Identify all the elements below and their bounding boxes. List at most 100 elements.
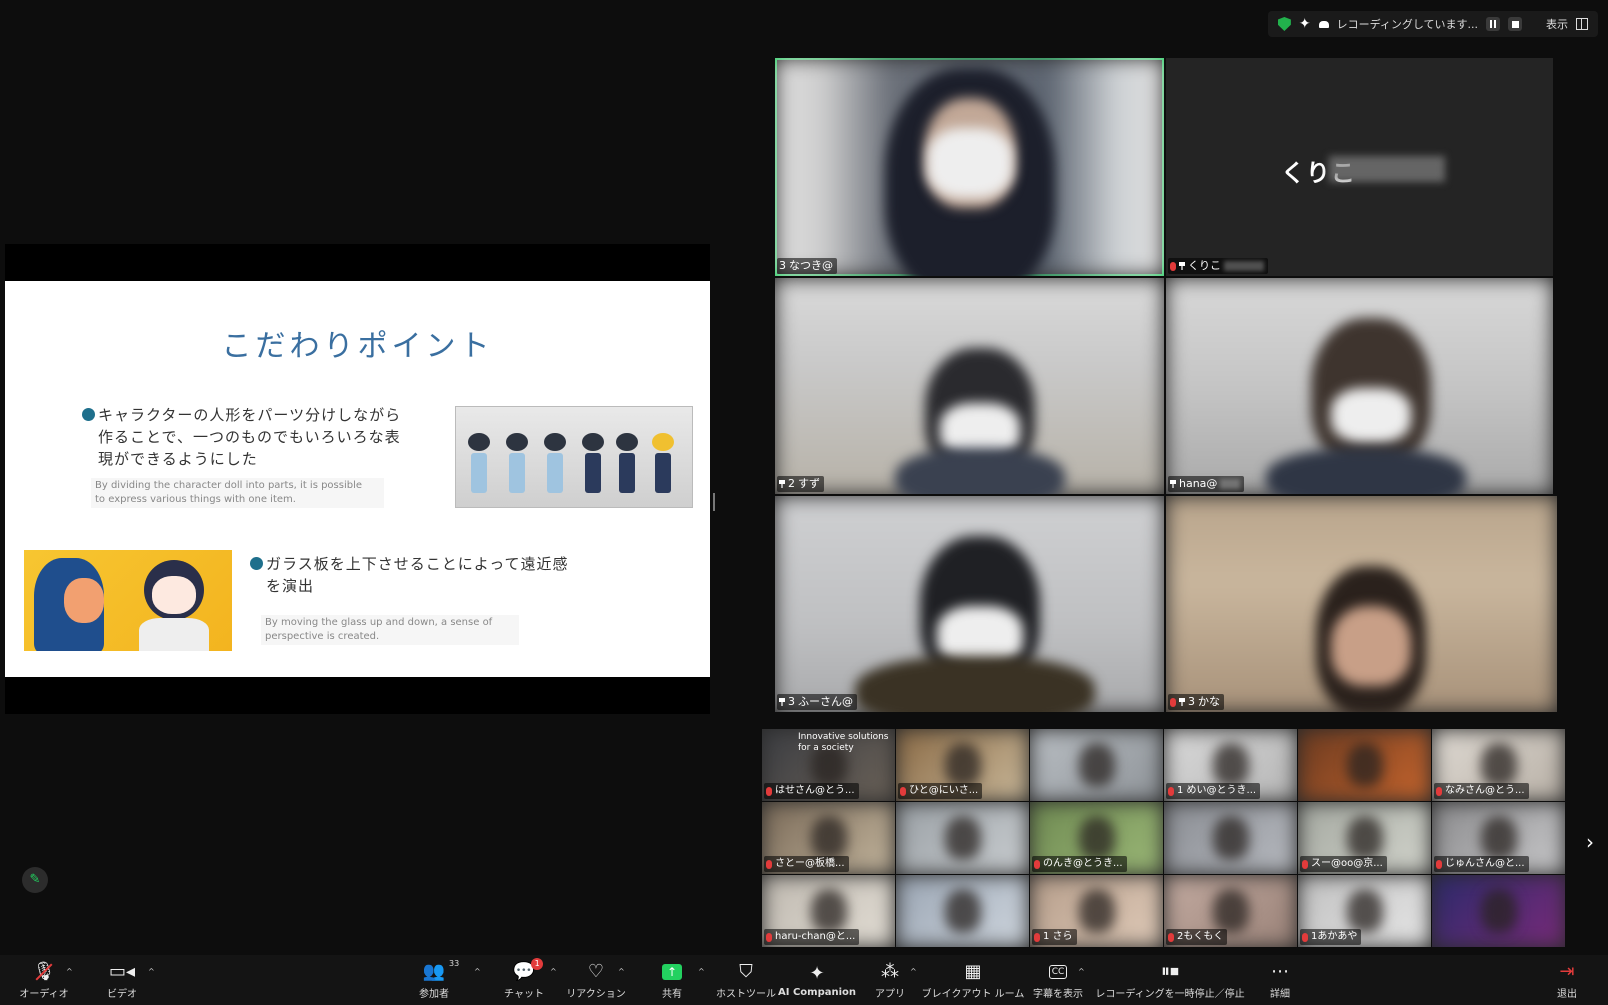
ai-sparkle-icon: ✦ (809, 963, 825, 984)
video-options-caret-icon[interactable]: ^ (148, 967, 155, 976)
thumbnail-video-tile[interactable]: なみさん@とう... (1432, 729, 1565, 801)
slide-point-2-en: By moving the glass up and down, a sense… (261, 615, 519, 645)
participant-name-label: なみさん@とう... (1434, 783, 1529, 799)
muted-mic-icon (1302, 932, 1308, 942)
virtual-background-text: Innovative solutions for a society (798, 732, 889, 753)
thumbnail-video-tile[interactable]: Innovative solutions for a society はせさん@とう… (762, 729, 895, 801)
chat-button[interactable]: 💬 1 チャット (500, 955, 548, 1005)
thumbnail-video-tile[interactable]: じゅんさん@と... (1432, 802, 1565, 874)
video-tile[interactable]: 3 ふーさん@ (775, 496, 1164, 712)
reaction-heart-icon: ♡ (587, 961, 605, 982)
video-button[interactable]: ▭◂ ビデオ (98, 955, 146, 1005)
share-screen-icon: ↑ (662, 963, 682, 980)
more-dots-icon: ⋯ (1271, 961, 1289, 982)
muted-mic-icon (1034, 859, 1040, 869)
thumbnail-video-tile[interactable] (1164, 802, 1297, 874)
pin-icon (779, 698, 785, 706)
participants-icon: 👥 (422, 961, 446, 982)
apps-options-caret-icon[interactable]: ^ (910, 967, 917, 976)
pin-icon (779, 480, 785, 488)
shared-screen: こだわりポイント キャラクターの人形をパーツ分けしながら 作ることで、一つのもの… (5, 244, 710, 714)
leave-button[interactable]: ⇥ 退出 (1550, 955, 1584, 1005)
next-page-chevron-icon[interactable]: › (1586, 832, 1598, 852)
captions-button[interactable]: CC 字幕を表示 (1030, 955, 1086, 1005)
muted-mic-icon (1168, 932, 1174, 942)
recording-control-button[interactable]: ⏸⏹ レコーディングを一時停止／停止 (1095, 955, 1245, 1005)
reactions-options-caret-icon[interactable]: ^ (618, 967, 625, 976)
thumbnail-video-tile[interactable]: 1 さら (1030, 875, 1163, 947)
slide-point-1-jp: キャラクターの人形をパーツ分けしながら 作ることで、一つのものでもいろいろな表 … (82, 404, 452, 470)
cloud-recording-icon (1318, 20, 1329, 28)
participant-name-label: 1あかあや (1300, 929, 1362, 945)
participants-options-caret-icon[interactable]: ^ (474, 967, 481, 976)
ai-companion-button[interactable]: ✦ AI Companion (778, 955, 856, 1005)
chat-options-caret-icon[interactable]: ^ (550, 967, 557, 976)
participant-name-label: じゅんさん@と... (1434, 856, 1529, 872)
muted-mic-icon (1436, 786, 1442, 796)
video-tile-name-only[interactable]: くりこ くりこ (1166, 58, 1553, 276)
thumbnail-video-tile[interactable]: のんき@とうき... (1030, 802, 1163, 874)
breakout-grid-icon: ▦ (964, 961, 982, 982)
apps-button[interactable]: ⁂ アプリ (868, 955, 912, 1005)
thumbnail-video-tile[interactable] (896, 875, 1029, 947)
host-tools-button[interactable]: ⛉ ホストツール (715, 955, 777, 1005)
participant-name-label: はせさん@とう... (764, 783, 859, 799)
video-tile[interactable]: 2 すず (775, 278, 1164, 494)
blurred-name-region (1329, 156, 1445, 182)
thumbnail-video-tile[interactable]: 2もくもく (1164, 875, 1297, 947)
video-camera-icon: ▭◂ (108, 961, 136, 982)
pause-recording-button[interactable] (1486, 17, 1500, 31)
muted-mic-icon (1034, 932, 1040, 942)
participant-name-label: 1 さら (1032, 929, 1077, 945)
character-illustration-image (24, 550, 232, 651)
pin-icon (1179, 262, 1185, 270)
video-tile[interactable]: hana@ (1166, 278, 1553, 494)
thumbnail-video-tile[interactable] (1432, 875, 1565, 947)
pause-stop-recording-icon: ⏸⏹ (1161, 961, 1179, 982)
share-button[interactable]: ↑ 共有 (648, 955, 696, 1005)
thumbnail-video-tile[interactable] (1030, 729, 1163, 801)
view-button[interactable]: 表示 (1546, 16, 1568, 32)
stop-recording-button[interactable] (1508, 17, 1522, 31)
recording-status-bar: ✦ レコーディングしています... 表示 (1267, 11, 1598, 37)
participant-name-label: のんき@とうき... (1032, 856, 1127, 872)
bullet-icon (250, 557, 263, 570)
split-view-divider[interactable] (713, 493, 715, 511)
participants-button[interactable]: 👥 33 参加者 (410, 955, 459, 1005)
thumbnail-video-tile[interactable]: さとー@板橋... (762, 802, 895, 874)
meeting-toolbar: 🎙 オーディオ ^ ▭◂ ビデオ ^ 👥33 参加者 ^ 💬1 チャット ^ ♡… (0, 955, 1608, 1005)
thumbnail-video-tile[interactable]: haru-chan@と... (762, 875, 895, 947)
muted-mic-icon (766, 859, 772, 869)
host-shield-icon: ⛉ (739, 961, 753, 982)
ai-companion-sparkle-icon[interactable]: ✦ (1299, 16, 1311, 32)
more-button[interactable]: ⋯ 詳細 (1260, 955, 1300, 1005)
view-grid-icon[interactable] (1576, 18, 1588, 30)
video-tile-speaker[interactable]: 3 なつき@ (775, 58, 1164, 276)
muted-mic-icon (1302, 859, 1308, 869)
captions-options-caret-icon[interactable]: ^ (1078, 967, 1085, 976)
annotate-pen-icon[interactable]: ✎ (22, 867, 48, 893)
muted-mic-icon (1170, 697, 1176, 707)
participant-name-label: さとー@板橋... (764, 856, 849, 872)
participant-name-label: haru-chan@と... (764, 929, 860, 945)
apps-icon: ⁂ (881, 961, 899, 982)
audio-button[interactable]: 🎙 オーディオ (19, 955, 68, 1005)
reactions-button[interactable]: ♡ リアクション (566, 955, 626, 1005)
muted-mic-icon (1170, 261, 1176, 271)
audio-options-caret-icon[interactable]: ^ (66, 967, 73, 976)
share-options-caret-icon[interactable]: ^ (698, 967, 705, 976)
video-tile[interactable]: 3 かな (1166, 496, 1557, 712)
breakout-rooms-button[interactable]: ▦ ブレイクアウト ルーム (922, 955, 1025, 1005)
thumbnail-video-tile[interactable] (896, 802, 1029, 874)
participant-name-label: 2もくもく (1166, 929, 1228, 945)
presentation-slide: こだわりポイント キャラクターの人形をパーツ分けしながら 作ることで、一つのもの… (5, 281, 710, 677)
thumbnail-video-tile[interactable]: スー@oo@京... (1298, 802, 1431, 874)
recording-status-text: レコーディングしています... (1336, 18, 1478, 31)
muted-mic-icon (766, 786, 772, 796)
thumbnail-video-tile[interactable] (1298, 729, 1431, 801)
thumbnail-video-tile[interactable]: 1あかあや (1298, 875, 1431, 947)
bullet-icon (82, 408, 95, 421)
thumbnail-video-tile[interactable]: 1 めい@とうき... (1164, 729, 1297, 801)
slide-point-1-en: By dividing the character doll into part… (91, 478, 384, 508)
thumbnail-video-tile[interactable]: ひと@にいさ... (896, 729, 1029, 801)
